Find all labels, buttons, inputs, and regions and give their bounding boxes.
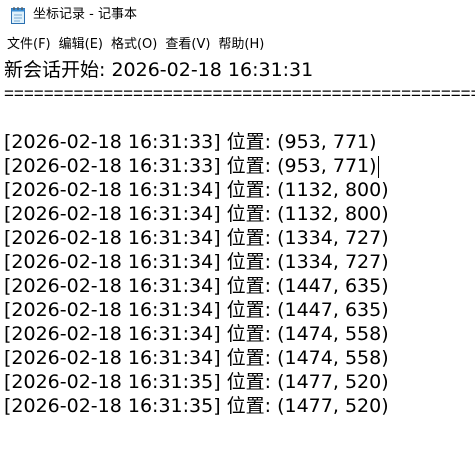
window-title: 坐标记录 - 记事本 (33, 7, 137, 22)
record-text: [2026-02-18 16:31:34] 位置: (1334, 727) (4, 227, 389, 249)
text-caret (377, 155, 379, 178)
record-text: [2026-02-18 16:31:34] 位置: (1132, 800) (4, 179, 389, 201)
record-text: [2026-02-18 16:31:34] 位置: (1132, 800) (4, 203, 389, 225)
record-line: [2026-02-18 16:31:35] 位置: (1477, 520) (4, 370, 475, 394)
menu-format[interactable]: 格式(O) (107, 33, 161, 57)
record-line: [2026-02-18 16:31:34] 位置: (1334, 727) (4, 250, 475, 274)
menu-bar: 文件(F) 编辑(E) 格式(O) 查看(V) 帮助(H) (0, 33, 475, 57)
record-line: [2026-02-18 16:31:34] 位置: (1474, 558) (4, 322, 475, 346)
record-line: [2026-02-18 16:31:33] 位置: (953, 771) (4, 130, 475, 154)
record-line: [2026-02-18 16:31:34] 位置: (1474, 558) (4, 346, 475, 370)
text-editor[interactable]: 新会话开始: 2026-02-18 16:31:31 =============… (0, 58, 475, 451)
record-line: [2026-02-18 16:31:33] 位置: (953, 771) (4, 154, 475, 178)
record-line: [2026-02-18 16:31:34] 位置: (1132, 800) (4, 178, 475, 202)
separator-line: ========================================… (4, 84, 475, 103)
record-text: [2026-02-18 16:31:35] 位置: (1477, 520) (4, 395, 389, 417)
record-line: [2026-02-18 16:31:35] 位置: (1477, 520) (4, 394, 475, 418)
record-line: [2026-02-18 16:31:34] 位置: (1447, 635) (4, 274, 475, 298)
menu-edit[interactable]: 编辑(E) (55, 33, 107, 57)
record-text: [2026-02-18 16:31:34] 位置: (1447, 635) (4, 275, 389, 297)
record-text: [2026-02-18 16:31:35] 位置: (1477, 520) (4, 371, 389, 393)
record-text: [2026-02-18 16:31:34] 位置: (1474, 558) (4, 347, 389, 369)
notepad-icon (10, 6, 26, 24)
record-text: [2026-02-18 16:31:33] 位置: (953, 771) (4, 155, 377, 177)
record-text: [2026-02-18 16:31:33] 位置: (953, 771) (4, 131, 377, 153)
menu-file[interactable]: 文件(F) (3, 33, 55, 57)
session-start-line: 新会话开始: 2026-02-18 16:31:31 (4, 59, 314, 81)
record-line: [2026-02-18 16:31:34] 位置: (1447, 635) (4, 298, 475, 322)
title-bar[interactable]: 坐标记录 - 记事本 (0, 0, 475, 30)
record-text: [2026-02-18 16:31:34] 位置: (1447, 635) (4, 299, 389, 321)
editor-content: 新会话开始: 2026-02-18 16:31:31 =============… (4, 58, 475, 418)
record-line: [2026-02-18 16:31:34] 位置: (1132, 800) (4, 202, 475, 226)
record-text: [2026-02-18 16:31:34] 位置: (1474, 558) (4, 323, 389, 345)
menu-help[interactable]: 帮助(H) (214, 33, 268, 57)
empty-line (4, 106, 475, 130)
menu-view[interactable]: 查看(V) (161, 33, 214, 57)
record-text: [2026-02-18 16:31:34] 位置: (1334, 727) (4, 251, 389, 273)
record-line: [2026-02-18 16:31:34] 位置: (1334, 727) (4, 226, 475, 250)
